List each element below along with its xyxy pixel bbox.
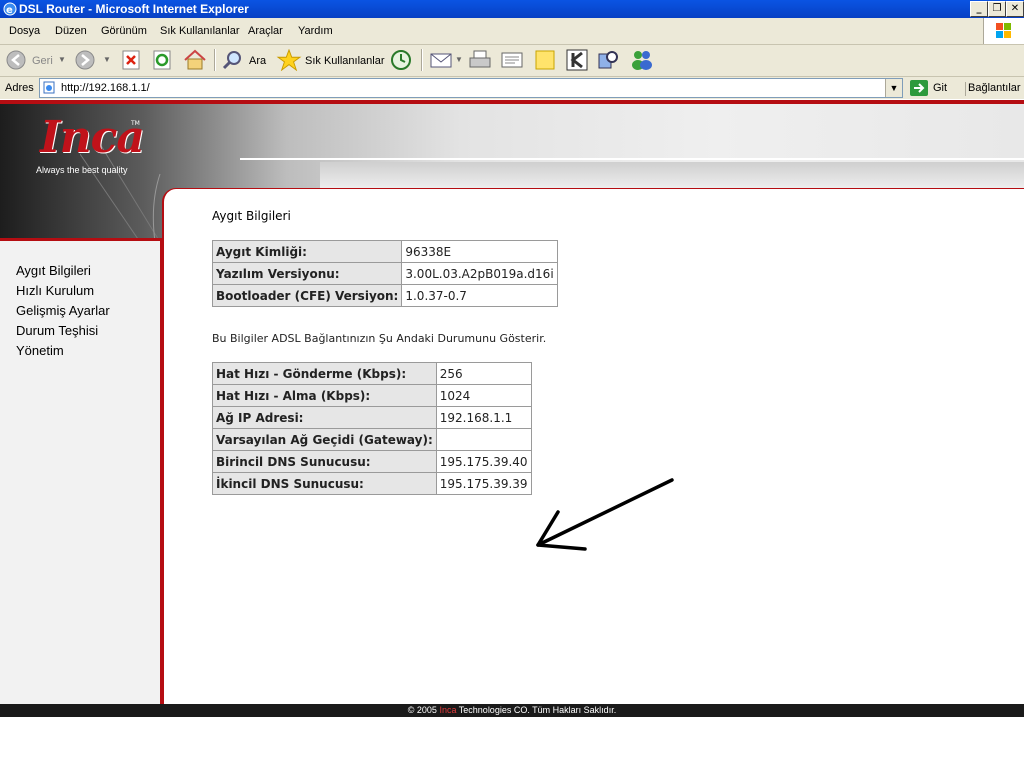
downstream-rate-value: 1024: [435, 384, 532, 407]
downstream-rate-label: Hat Hızı - Alma (Kbps):: [212, 384, 437, 407]
logo-tagline: Always the best quality: [36, 165, 128, 175]
device-id-label: Aygıt Kimliği:: [211, 240, 403, 263]
maximize-button[interactable]: ❐: [988, 1, 1006, 17]
ip-address-value: 192.168.1.1: [435, 406, 532, 429]
device-id-value: 96338E: [401, 240, 558, 263]
favorites-label[interactable]: Sık Kullanılanlar: [305, 55, 385, 77]
sidebar-item-management[interactable]: Yönetim: [16, 343, 64, 358]
history-icon[interactable]: [389, 49, 413, 71]
secondary-dns-value: 195.175.39.39: [435, 472, 532, 495]
windows-logo-icon: [983, 18, 1024, 44]
window-title: DSL Router - Microsoft Internet Explorer: [19, 2, 249, 16]
sidebar-item-quick-setup[interactable]: Hızlı Kurulum: [16, 283, 94, 298]
device-info-table: Aygıt Kimliği: 96338E Yazılım Versiyonu:…: [211, 240, 558, 307]
menu-edit[interactable]: Düzen: [55, 25, 87, 37]
messenger-icon[interactable]: [629, 49, 655, 71]
go-arrow-icon[interactable]: [909, 79, 929, 97]
address-label: Adres: [5, 82, 34, 94]
forward-dropdown-icon[interactable]: ▼: [103, 55, 111, 77]
mail-dropdown-icon[interactable]: ▼: [455, 55, 463, 77]
table-row: Birincil DNS Sunucusu: 195.175.39.40: [212, 450, 532, 473]
address-dropdown-icon[interactable]: ▼: [885, 79, 902, 97]
note-icon[interactable]: [533, 49, 557, 71]
edit-icon[interactable]: [500, 49, 524, 71]
menu-favorites[interactable]: Sık Kullanılanlar: [160, 25, 240, 37]
web-page: Inca TM Always the best quality Aygıt Bi…: [0, 100, 1024, 720]
menu-file[interactable]: Dosya: [9, 25, 40, 37]
sidebar-item-advanced-settings[interactable]: Gelişmiş Ayarlar: [16, 303, 110, 318]
print-icon[interactable]: [468, 49, 492, 71]
table-row: Hat Hızı - Alma (Kbps): 1024: [212, 384, 532, 407]
footer-copyright-suffix: Technologies CO. Tüm Hakları Saklıdır.: [456, 705, 617, 715]
sidebar: Aygıt Bilgileri Hızlı Kurulum Gelişmiş A…: [0, 238, 162, 707]
menu-help[interactable]: Yardım: [298, 25, 333, 37]
upstream-rate-label: Hat Hızı - Gönderme (Kbps):: [212, 362, 437, 385]
close-button[interactable]: ✕: [1006, 1, 1024, 17]
go-button[interactable]: Git: [933, 82, 947, 94]
footer-copyright-prefix: © 2005: [407, 705, 440, 715]
hand-drawn-arrow-annotation: [536, 478, 674, 551]
toolbar: Geri ▼ ▼ Ara Sık Kullanılanlar ▼: [0, 45, 1024, 77]
secondary-dns-label: İkincil DNS Sunucusu:: [212, 472, 437, 495]
research-icon[interactable]: [596, 49, 620, 71]
menu-view[interactable]: Görünüm: [101, 25, 147, 37]
menu-tools[interactable]: Araçlar: [248, 25, 283, 37]
table-row: Bootloader (CFE) Versiyon: 1.0.37-0.7: [211, 284, 558, 307]
sidebar-item-device-info[interactable]: Aygıt Bilgileri: [16, 263, 91, 278]
adsl-status-table: Hat Hızı - Gönderme (Kbps): 256 Hat Hızı…: [212, 362, 532, 495]
stop-icon[interactable]: [121, 49, 141, 71]
favorites-star-icon[interactable]: [276, 49, 302, 71]
table-row: İkincil DNS Sunucusu: 195.175.39.39: [212, 472, 532, 495]
back-dropdown-icon[interactable]: ▼: [58, 55, 66, 77]
toolbar-separator: [214, 49, 216, 71]
bootloader-version-label: Bootloader (CFE) Versiyon:: [211, 284, 403, 307]
mail-icon[interactable]: [429, 49, 453, 71]
internet-explorer-icon: e: [3, 2, 17, 16]
address-url[interactable]: http://192.168.1.1/: [61, 82, 150, 94]
ip-address-label: Ağ IP Adresi:: [212, 406, 437, 429]
default-gateway-value: [435, 428, 532, 451]
home-icon[interactable]: [182, 49, 208, 71]
software-version-label: Yazılım Versiyonu:: [211, 262, 403, 285]
back-label[interactable]: Geri: [32, 55, 53, 77]
primary-dns-label: Birincil DNS Sunucusu:: [212, 450, 437, 473]
table-row: Hat Hızı - Gönderme (Kbps): 256: [212, 362, 532, 385]
trademark-mark: TM: [131, 120, 140, 127]
toolbar-separator: [421, 49, 423, 71]
forward-icon[interactable]: [74, 49, 98, 71]
sidebar-item-diagnostics[interactable]: Durum Teşhisi: [16, 323, 98, 338]
upstream-rate-value: 256: [435, 362, 532, 385]
page-icon: [43, 81, 55, 94]
table-row: Varsayılan Ağ Geçidi (Gateway):: [212, 428, 532, 451]
page-title: Aygıt Bilgileri: [212, 209, 291, 223]
adsl-status-description: Bu Bilgiler ADSL Bağlantınızın Şu Andaki…: [212, 332, 547, 345]
k-icon[interactable]: [565, 49, 589, 71]
software-version-value: 3.00L.03.A2pB019a.d16i: [401, 262, 558, 285]
links-button[interactable]: Bağlantılar: [965, 82, 1021, 96]
primary-dns-value: 195.175.39.40: [435, 450, 532, 473]
window-title-bar: e DSL Router - Microsoft Internet Explor…: [0, 0, 1024, 18]
table-row: Yazılım Versiyonu: 3.00L.03.A2pB019a.d16…: [211, 262, 558, 285]
bootloader-version-value: 1.0.37-0.7: [401, 284, 558, 307]
menu-bar: Dosya Düzen Görünüm Sık Kullanılanlar Ar…: [0, 18, 1024, 45]
address-bar: Adres http://192.168.1.1/ ▼ Git Bağlantı…: [0, 77, 1024, 99]
refresh-icon[interactable]: [152, 49, 172, 71]
header-line: [240, 158, 1024, 160]
inca-logo: Inca: [40, 112, 145, 163]
address-input[interactable]: http://192.168.1.1/ ▼: [39, 78, 903, 98]
search-label[interactable]: Ara: [249, 55, 266, 77]
default-gateway-label: Varsayılan Ağ Geçidi (Gateway):: [212, 428, 437, 451]
back-icon[interactable]: [5, 49, 29, 71]
table-row: Aygıt Kimliği: 96338E: [211, 240, 558, 263]
footer-brand: Inca: [439, 705, 457, 715]
minimize-button[interactable]: _: [970, 1, 988, 17]
page-footer: © 2005 Inca Technologies CO. Tüm Hakları…: [0, 704, 1024, 717]
svg-text:e: e: [6, 5, 13, 16]
table-row: Ağ IP Adresi: 192.168.1.1: [212, 406, 532, 429]
search-icon[interactable]: [221, 49, 245, 71]
